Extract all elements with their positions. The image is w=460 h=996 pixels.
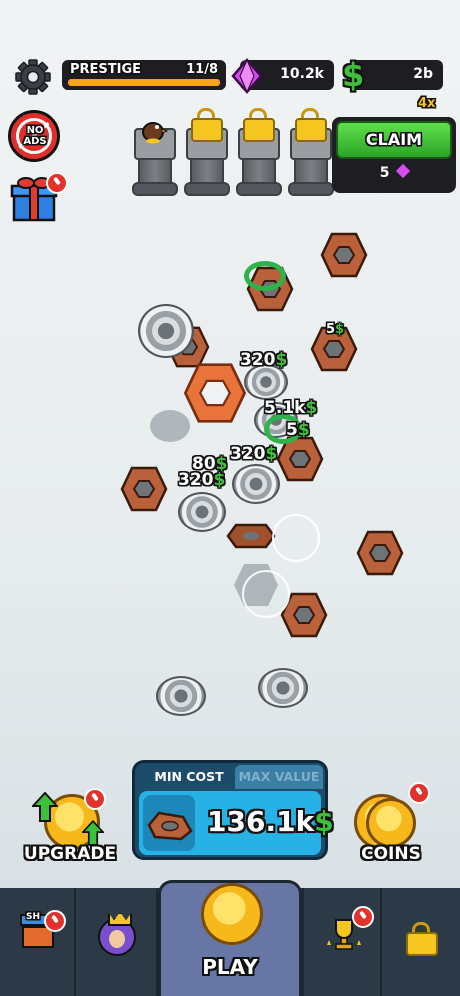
nav-shop[interactable]: SH bbox=[0, 888, 76, 996]
gear-icon bbox=[15, 59, 51, 95]
dollar-icon: $ bbox=[305, 398, 318, 418]
nut-big-orange[interactable] bbox=[182, 362, 248, 424]
target-ring bbox=[242, 570, 290, 618]
prestige-label: PRESTIGE bbox=[70, 62, 142, 77]
floating-value-amount: 320 bbox=[230, 444, 266, 464]
settings-button[interactable] bbox=[14, 58, 52, 96]
tab-min-cost[interactable]: MIN COST bbox=[141, 765, 237, 789]
cash-value: 2b bbox=[413, 66, 433, 82]
floating-value-amount: 5 bbox=[326, 322, 336, 337]
no-ads-label: NO ADS bbox=[23, 125, 47, 147]
floating-value: 5$ bbox=[326, 322, 344, 337]
arrow-up-icon bbox=[32, 792, 58, 822]
washer-6[interactable] bbox=[156, 676, 206, 716]
target-ring bbox=[272, 514, 320, 562]
floating-value: 5.1k$ bbox=[264, 398, 317, 418]
gems-value: 10.2k bbox=[280, 66, 324, 82]
lock-icon bbox=[191, 108, 223, 142]
dollar-icon: $ bbox=[213, 470, 226, 490]
coins-label: COINS bbox=[361, 844, 421, 864]
nav-king[interactable] bbox=[76, 888, 158, 996]
floating-value-amount: 5 bbox=[286, 420, 298, 440]
coins-button[interactable]: COINS bbox=[346, 782, 436, 868]
slot-foot bbox=[184, 182, 230, 196]
slot-4[interactable] bbox=[286, 108, 334, 196]
dollar-icon: $ bbox=[265, 444, 278, 464]
dollar-icon: $ bbox=[342, 56, 365, 94]
washer-4[interactable] bbox=[232, 464, 280, 504]
slot-foot bbox=[132, 182, 178, 196]
no-ads-button[interactable]: NO ADS bbox=[8, 110, 60, 162]
lock-icon bbox=[295, 108, 327, 142]
washer-1[interactable] bbox=[138, 304, 194, 358]
coin-icon bbox=[201, 883, 263, 945]
upgrade-button[interactable]: UPGRADE bbox=[22, 788, 118, 868]
trophy-notification-badge bbox=[352, 906, 374, 928]
upgrade-notification-badge bbox=[84, 788, 106, 810]
floating-value-amount: 320 bbox=[240, 350, 276, 370]
price-panel[interactable]: MIN COST MAX VALUE 136.1k$ bbox=[132, 760, 334, 860]
coins-notification-badge bbox=[408, 782, 430, 804]
dollar-icon: $ bbox=[314, 805, 334, 838]
prestige-count: 11/8 bbox=[186, 62, 218, 77]
nav-trophy[interactable] bbox=[302, 888, 382, 996]
prestige-progress-fill bbox=[68, 79, 220, 86]
slot-foot bbox=[236, 182, 282, 196]
gem-icon bbox=[231, 58, 263, 94]
upgrade-label: UPGRADE bbox=[23, 844, 117, 864]
claim-cost-value: 5 bbox=[379, 165, 390, 181]
floating-value: 320$ bbox=[178, 470, 225, 490]
nav-locked[interactable] bbox=[382, 888, 460, 996]
slot-3[interactable] bbox=[234, 108, 282, 196]
dollar-icon: $ bbox=[335, 322, 345, 337]
nut-icon bbox=[143, 795, 195, 851]
bird-icon bbox=[142, 122, 168, 144]
price-amount: 136.1k bbox=[207, 805, 315, 838]
floating-value: 320$ bbox=[230, 444, 277, 464]
nut-7[interactable] bbox=[356, 530, 404, 576]
price-value: 136.1k$ bbox=[207, 805, 334, 838]
lock-icon bbox=[406, 922, 438, 956]
crown-icon bbox=[108, 912, 132, 926]
washer-7[interactable] bbox=[258, 668, 308, 708]
price-display: 136.1k$ bbox=[139, 791, 334, 855]
prestige-bar[interactable]: PRESTIGE 11/8 bbox=[62, 60, 226, 90]
king-face bbox=[109, 930, 125, 948]
shop-notification-badge bbox=[44, 910, 66, 932]
nut-6[interactable] bbox=[120, 466, 168, 512]
washer-5[interactable] bbox=[178, 492, 226, 532]
gift-notification-badge bbox=[46, 172, 68, 194]
playfield[interactable] bbox=[0, 220, 460, 730]
gift-button[interactable] bbox=[10, 172, 68, 222]
slot-foot bbox=[288, 182, 334, 196]
play-button[interactable]: PLAY bbox=[158, 880, 302, 996]
floating-value: 5$ bbox=[286, 420, 310, 440]
floating-value-amount: 5.1k bbox=[264, 398, 306, 418]
nut-flat[interactable] bbox=[226, 522, 276, 550]
prestige-progress bbox=[68, 79, 220, 86]
dollar-icon: $ bbox=[297, 420, 310, 440]
floating-value-amount: 320 bbox=[178, 470, 214, 490]
coin-icon bbox=[366, 798, 416, 848]
claim-cost: 5 bbox=[332, 163, 456, 181]
nut-1[interactable] bbox=[320, 232, 368, 278]
slot-2[interactable] bbox=[182, 108, 230, 196]
multiplier-label: 4x bbox=[418, 96, 436, 111]
play-label: PLAY bbox=[202, 955, 258, 979]
shop-sign-label: SH bbox=[26, 912, 41, 922]
gem-icon bbox=[396, 163, 411, 179]
dollar-icon: $ bbox=[275, 350, 288, 370]
tab-max-value[interactable]: MAX VALUE bbox=[235, 765, 323, 789]
lock-icon bbox=[243, 108, 275, 142]
green-ring-icon bbox=[244, 261, 286, 291]
claim-panel: CLAIM 5 bbox=[332, 117, 456, 193]
slot-1[interactable] bbox=[130, 120, 178, 196]
claim-button[interactable]: CLAIM bbox=[336, 121, 452, 159]
arrow-up-icon bbox=[82, 820, 104, 846]
floating-value: 320$ bbox=[240, 350, 287, 370]
ghost-marker bbox=[150, 410, 190, 442]
king-icon bbox=[98, 912, 136, 956]
